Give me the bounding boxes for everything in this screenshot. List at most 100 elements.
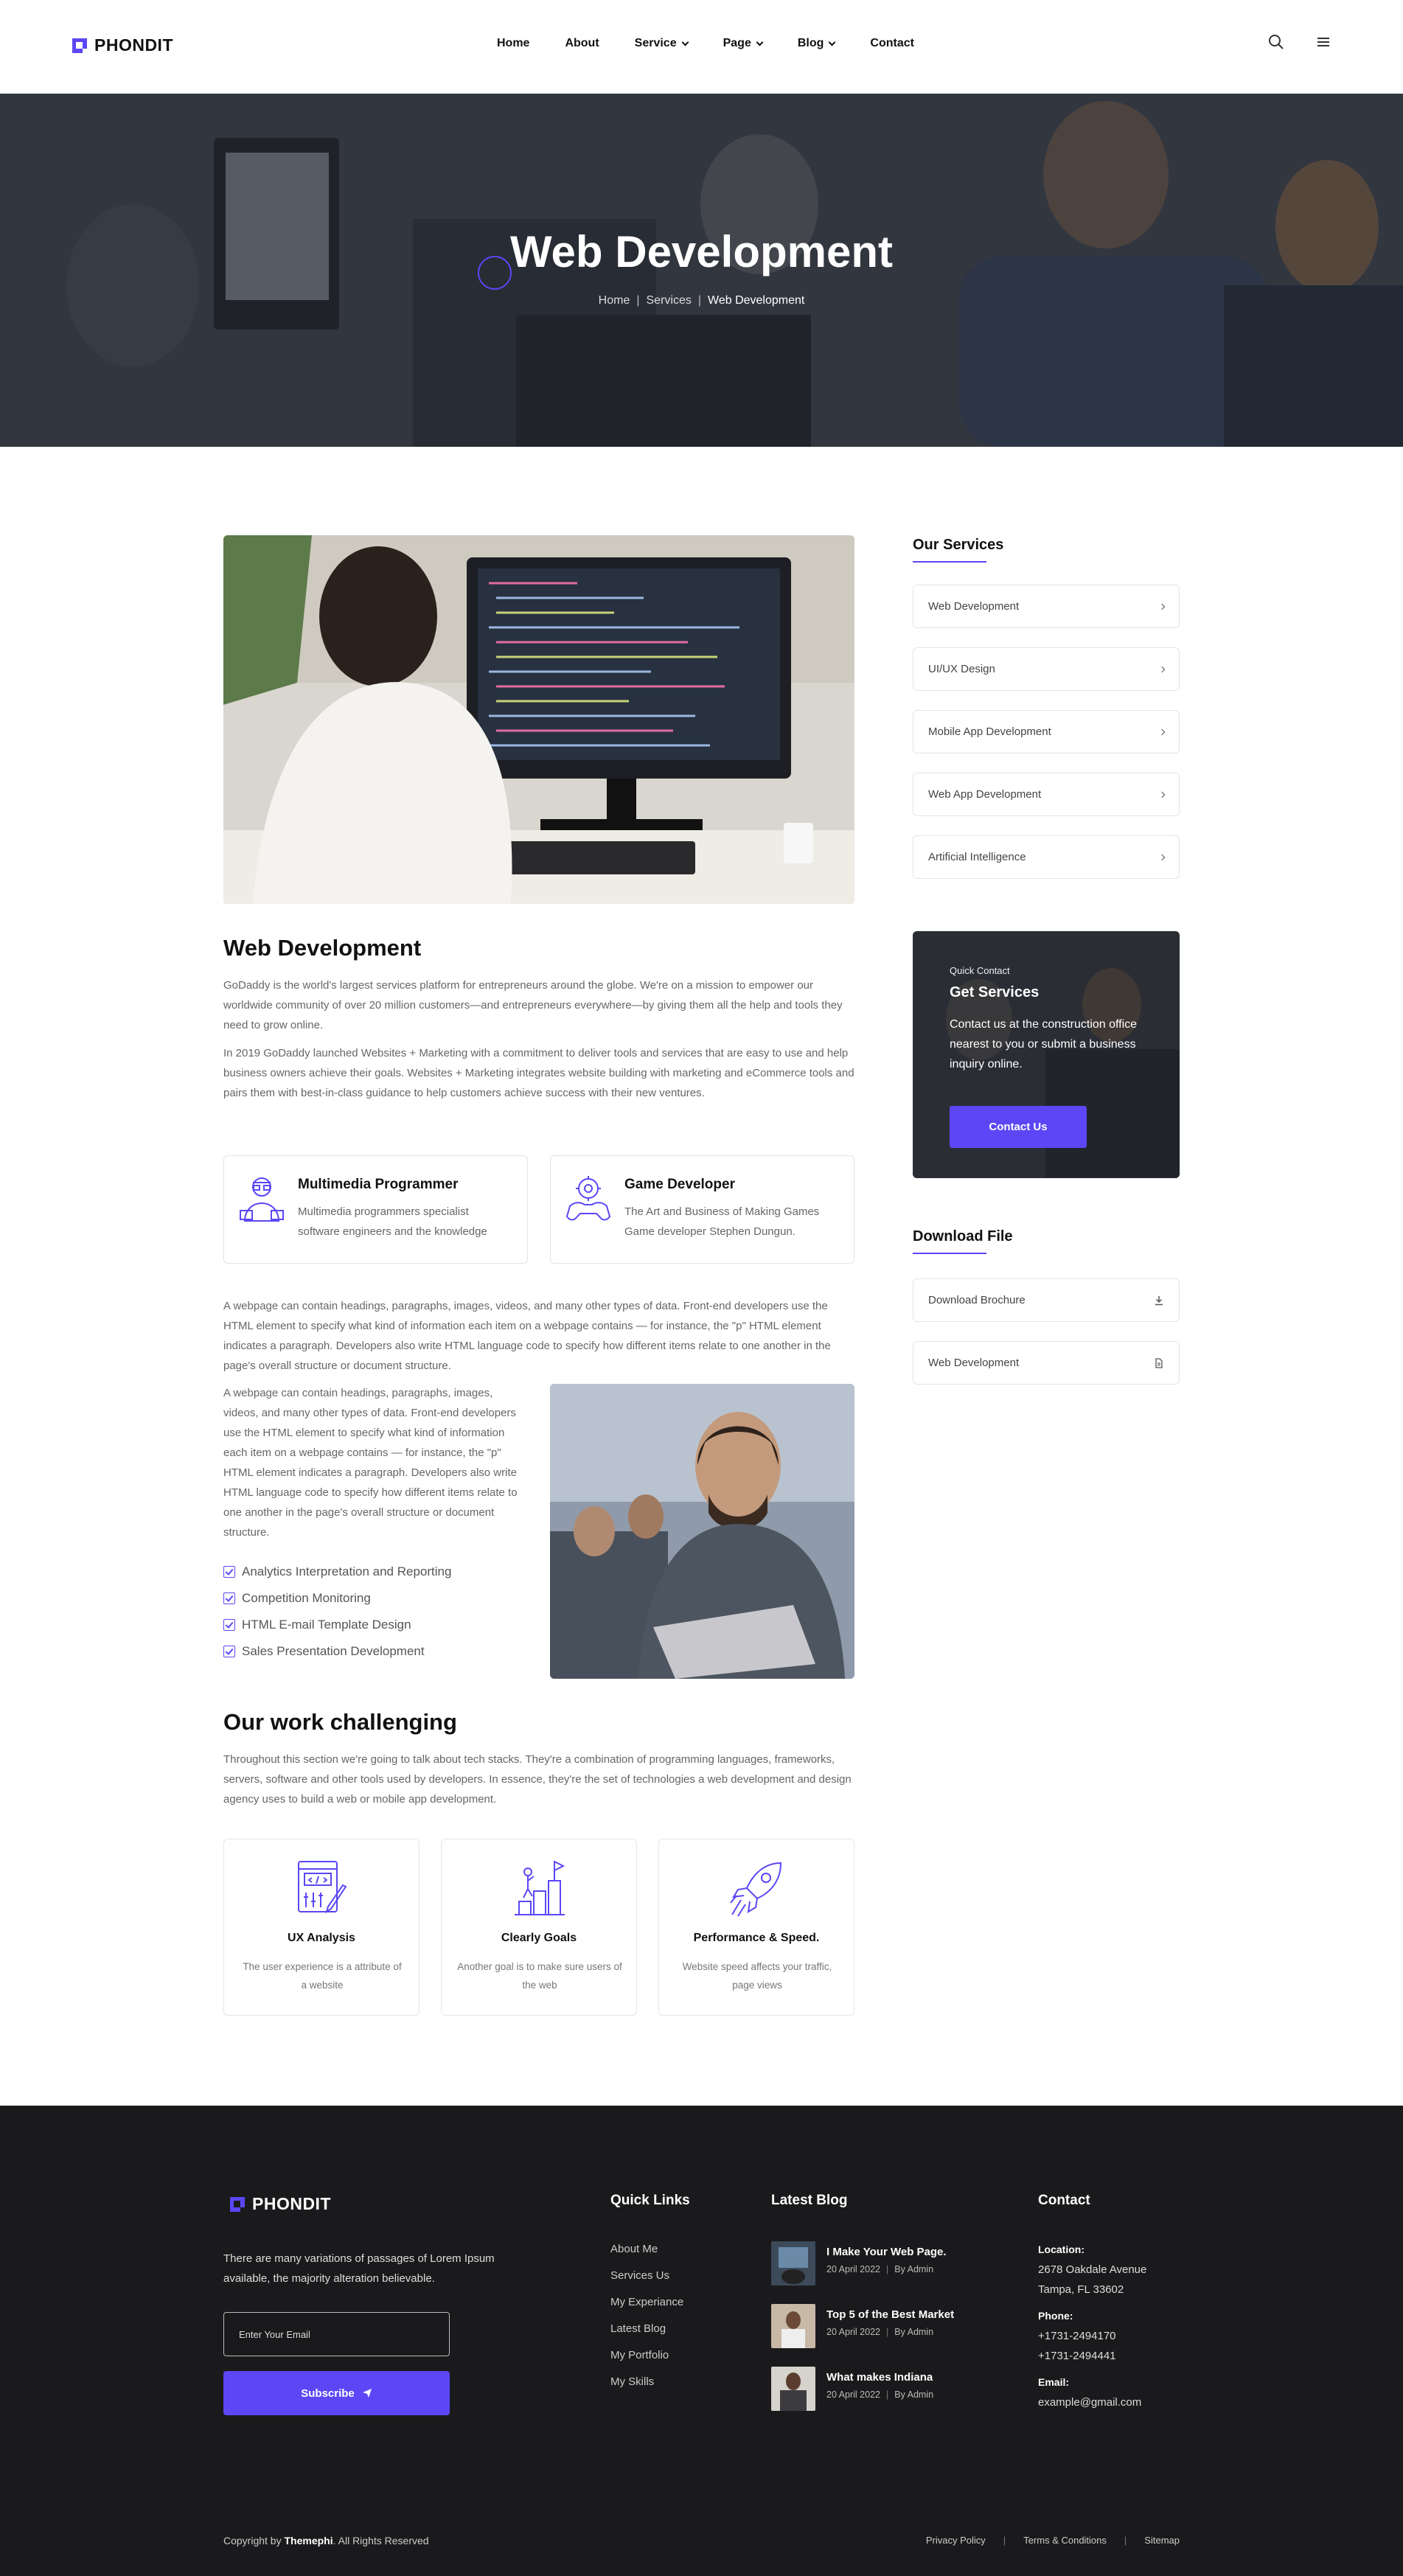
terms-link[interactable]: Terms & Conditions: [1023, 2535, 1107, 2547]
site-footer: PHONDIT There are many variations of pas…: [0, 2106, 1403, 2576]
nav-blog[interactable]: Blog: [797, 37, 836, 50]
service-link[interactable]: Mobile App Development: [913, 710, 1180, 753]
chevron-right-icon: [1158, 791, 1166, 798]
rocket-icon: [730, 1862, 782, 1917]
work-box-desc: Website speed affects your traffic, page…: [682, 1961, 832, 1991]
work-box: Performance & Speed. Website speed affec…: [658, 1839, 854, 2016]
content-image: [550, 1384, 854, 1679]
quick-contact-desc: Contact us at the construction office ne…: [950, 1018, 1138, 1071]
site-header: PHONDIT Home About Service Page Blog Con…: [0, 0, 1403, 94]
chevron-down-icon: [756, 38, 764, 46]
page-title: Web Development: [510, 227, 893, 276]
check-item: Sales Presentation Development: [223, 1638, 451, 1665]
feature-card-desc: The Art and Business of Making Games Gam…: [624, 1205, 820, 1238]
nav-blog-label: Blog: [797, 37, 824, 49]
footer-link[interactable]: My Portfolio: [610, 2349, 669, 2361]
email-field[interactable]: Enter Your Email: [223, 2312, 450, 2356]
blog-author: By Admin: [894, 2264, 934, 2274]
menu-icon[interactable]: [1315, 34, 1331, 50]
service-link-label: Web Development: [928, 600, 1020, 613]
intro-paragraph: GoDaddy is the world's largest services …: [223, 979, 843, 1031]
email-address[interactable]: example@gmail.com: [1038, 2392, 1146, 2412]
sitemap-link[interactable]: Sitemap: [1144, 2535, 1180, 2547]
copyright-prefix: Copyright by: [223, 2535, 282, 2547]
footer-bottom: Copyright by Themephi. All Rights Reserv…: [223, 2535, 1180, 2547]
link-separator: |: [1003, 2535, 1006, 2546]
contact-us-button[interactable]: Contact Us: [950, 1106, 1087, 1148]
blog-post[interactable]: What makes Indiana 20 April 2022 | By Admin: [771, 2367, 933, 2411]
services-heading: Our Services: [913, 537, 1004, 553]
copyright-suffix: . All Rights Reserved: [333, 2535, 429, 2547]
quick-links: About Me Services Us My Experiance Lates…: [610, 2243, 683, 2402]
phone-number[interactable]: +1731-2494170: [1038, 2326, 1146, 2346]
service-link-label: Artificial Intelligence: [928, 851, 1026, 863]
chevron-right-icon: [1158, 603, 1166, 610]
phone-number[interactable]: +1731-2494441: [1038, 2346, 1146, 2366]
search-icon[interactable]: [1268, 34, 1284, 50]
service-link-label: Web App Development: [928, 788, 1042, 801]
service-link[interactable]: Web Development: [913, 585, 1180, 628]
footer-link[interactable]: Services Us: [610, 2269, 669, 2282]
heading-underline: [913, 1253, 986, 1254]
feature-card-desc: Multimedia programmers specialist softwa…: [298, 1205, 487, 1238]
work-box-title: UX Analysis: [288, 1932, 355, 1944]
work-box-desc: Another goal is to make sure users of th…: [457, 1961, 622, 1991]
header-actions: [1268, 34, 1331, 50]
contact-info: Location: 2678 Oakdale Avenue Tampa, FL …: [1038, 2240, 1146, 2412]
blog-title: I Make Your Web Page.: [826, 2246, 947, 2258]
check-item-label: HTML E-mail Template Design: [242, 1618, 411, 1632]
latest-blog-heading: Latest Blog: [771, 2193, 848, 2208]
ux-analysis-icon: [298, 1861, 347, 1914]
nav-page-label: Page: [723, 37, 751, 49]
service-link[interactable]: Web App Development: [913, 773, 1180, 816]
blog-post[interactable]: I Make Your Web Page. 20 April 2022 | By Ad…: [771, 2241, 947, 2286]
check-item-label: Competition Monitoring: [242, 1591, 371, 1605]
work-box-desc: The user experience is a attribute of a …: [243, 1961, 402, 1991]
chevron-down-icon: [681, 38, 689, 46]
site-logo[interactable]: PHONDIT: [71, 35, 173, 55]
nav-home[interactable]: Home: [497, 37, 529, 50]
footer-link[interactable]: My Skills: [610, 2375, 654, 2388]
nav-contact[interactable]: Contact: [870, 37, 914, 50]
blog-post[interactable]: Top 5 of the Best Market 20 April 2022 | By…: [771, 2304, 954, 2348]
document-icon: [1155, 1357, 1163, 1368]
feature-card-title: Multimedia Programmer: [298, 1177, 459, 1192]
subscribe-label: Subscribe: [301, 2387, 355, 2400]
blog-date: 20 April 2022: [826, 2389, 880, 2400]
nav-about[interactable]: About: [565, 37, 599, 50]
nav-service[interactable]: Service: [635, 37, 689, 50]
subscribe-button[interactable]: Subscribe: [223, 2371, 450, 2415]
service-link-label: Mobile App Development: [928, 725, 1051, 738]
logo-icon: [72, 38, 87, 53]
blog-thumbnail: [771, 2304, 815, 2348]
footer-logo[interactable]: PHONDIT: [229, 2194, 331, 2214]
blog-author: By Admin: [894, 2389, 934, 2400]
privacy-policy-link[interactable]: Privacy Policy: [926, 2535, 986, 2547]
main-image: [223, 535, 854, 904]
link-separator: |: [1124, 2535, 1127, 2546]
nav-page[interactable]: Page: [723, 37, 764, 50]
download-link[interactable]: Download Brochure: [913, 1278, 1180, 1322]
breadcrumb-separator: |: [697, 294, 702, 307]
service-link[interactable]: Artificial Intelligence: [913, 835, 1180, 879]
service-link[interactable]: UI/UX Design: [913, 647, 1180, 691]
email-label: Email:: [1038, 2376, 1070, 2388]
footer-link[interactable]: Latest Blog: [610, 2322, 666, 2335]
page-hero: Web Development Home | Services | Web Develo…: [0, 94, 1403, 447]
blog-title: What makes Indiana: [826, 2371, 933, 2384]
footer-logo-text: PHONDIT: [252, 2194, 331, 2213]
footer-link[interactable]: About Me: [610, 2243, 658, 2255]
blog-thumbnail: [771, 2241, 815, 2286]
breadcrumb-services[interactable]: Services: [647, 294, 692, 307]
breadcrumb-home[interactable]: Home: [599, 294, 630, 307]
quick-links-heading: Quick Links: [610, 2193, 690, 2208]
copyright-brand[interactable]: Themephi: [284, 2535, 333, 2547]
work-box: Clearly Goals Another goal is to make su…: [441, 1839, 637, 2016]
goal-icon: [515, 1860, 565, 1915]
download-link[interactable]: Web Development: [913, 1341, 1180, 1385]
breadcrumb: Home | Services | Web Development: [0, 294, 1403, 307]
nav-home-label: Home: [497, 37, 530, 49]
main-nav: Home About Service Page Blog Contact: [497, 37, 914, 50]
check-item-label: Analytics Interpretation and Reporting: [242, 1564, 452, 1578]
footer-link[interactable]: My Experiance: [610, 2296, 683, 2308]
